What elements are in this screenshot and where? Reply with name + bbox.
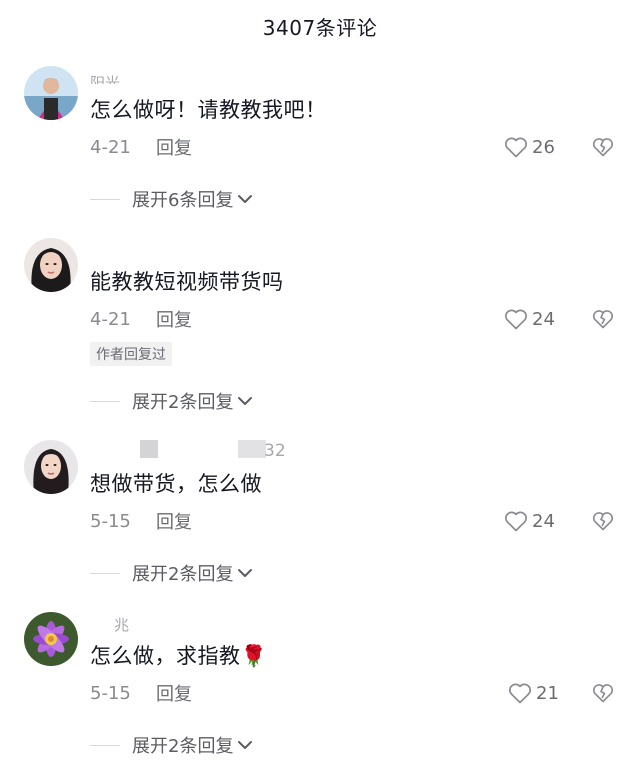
expand-replies-label: 展开2条回复	[132, 736, 234, 757]
broken-heart-icon	[592, 310, 614, 329]
comment-meta: 5-15 回复	[90, 680, 192, 706]
expand-replies-label: 展开2条回复	[132, 392, 234, 413]
heart-outline-icon	[505, 511, 527, 532]
dislike-button[interactable]	[592, 680, 616, 706]
heart-outline-icon	[505, 309, 527, 330]
divider	[90, 400, 120, 402]
comment-username[interactable]: 兆	[114, 614, 129, 635]
expand-replies-button[interactable]: 展开2条回复	[90, 561, 253, 585]
broken-heart-icon	[592, 684, 614, 703]
expand-replies-label: 展开6条回复	[132, 190, 234, 211]
broken-heart-icon	[592, 512, 614, 531]
avatar[interactable]	[24, 612, 78, 666]
expand-replies-button[interactable]: 展开2条回复	[90, 389, 253, 413]
like-count: 26	[532, 136, 555, 158]
comment-date: 4-21	[90, 136, 131, 158]
chevron-down-icon	[238, 569, 253, 577]
like-button[interactable]: 24	[504, 508, 555, 534]
like-button[interactable]: 21	[508, 680, 559, 706]
username-redaction-mark	[238, 440, 266, 458]
comments-count-title: 3407条评论	[262, 15, 378, 40]
comment-text: 能教教短视频带货吗	[90, 270, 284, 294]
avatar[interactable]	[24, 440, 78, 494]
avatar[interactable]	[24, 238, 78, 292]
divider	[90, 198, 120, 200]
dislike-button[interactable]	[592, 306, 616, 332]
heart-outline-icon	[505, 137, 527, 158]
comment-date: 5-15	[90, 510, 131, 532]
dislike-button[interactable]	[592, 134, 616, 160]
chevron-down-icon	[238, 195, 253, 203]
broken-heart-icon	[592, 138, 614, 157]
comment-text: 怎么做呀！请教教我吧！	[90, 98, 327, 122]
like-count: 24	[532, 308, 555, 330]
comment-meta: 5-15 回复	[90, 508, 192, 534]
divider	[90, 572, 120, 574]
avatar[interactable]	[24, 66, 78, 120]
heart-outline-icon	[509, 683, 531, 704]
comment-meta: 4-21 回复	[90, 306, 192, 332]
username-redaction-mark	[140, 440, 158, 458]
author-replied-badge: 作者回复过	[90, 342, 172, 366]
comment-meta: 4-21 回复	[90, 134, 192, 160]
expand-replies-button[interactable]: 展开6条回复	[90, 187, 253, 211]
chevron-down-icon	[238, 741, 253, 749]
expand-replies-label: 展开2条回复	[132, 564, 234, 585]
comment-username[interactable]: 32	[264, 441, 286, 461]
comment-text: 想做带货，怎么做	[90, 472, 262, 496]
comment-date: 4-21	[90, 308, 131, 330]
reply-button[interactable]: 回复	[156, 306, 192, 332]
like-button[interactable]: 26	[504, 134, 555, 160]
reply-button[interactable]: 回复	[156, 680, 192, 706]
like-count: 24	[532, 510, 555, 532]
like-button[interactable]: 24	[504, 306, 555, 332]
like-count: 21	[536, 682, 559, 704]
chevron-down-icon	[238, 397, 253, 405]
comment-username[interactable]: 阳光	[90, 70, 120, 84]
expand-replies-button[interactable]: 展开2条回复	[90, 733, 253, 757]
reply-button[interactable]: 回复	[156, 134, 192, 160]
comment-text: 怎么做，求指教🌹	[90, 644, 268, 668]
dislike-button[interactable]	[592, 508, 616, 534]
comment-date: 5-15	[90, 682, 131, 704]
divider	[90, 744, 120, 746]
reply-button[interactable]: 回复	[156, 508, 192, 534]
